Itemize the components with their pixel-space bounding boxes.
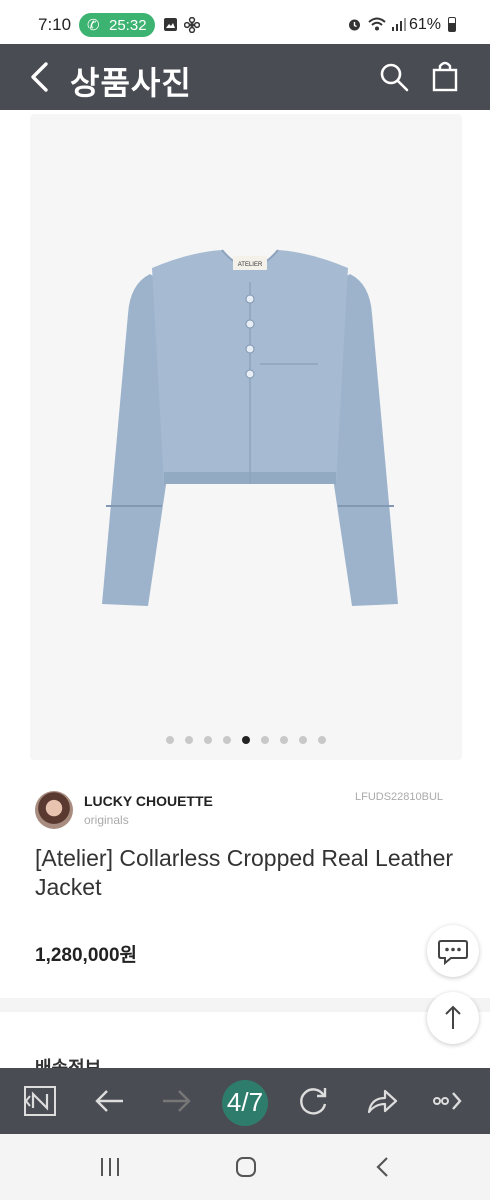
chat-icon xyxy=(438,940,468,966)
carousel-dot[interactable] xyxy=(185,736,193,744)
n-app-icon[interactable] xyxy=(20,1082,60,1120)
forward-arrow-icon[interactable] xyxy=(157,1082,197,1120)
avatar[interactable] xyxy=(35,791,73,829)
page-counter[interactable]: 4/7 xyxy=(222,1080,268,1126)
battery-percent: 61% xyxy=(409,16,442,33)
carousel-dot[interactable] xyxy=(166,736,174,744)
carousel-dot[interactable] xyxy=(261,736,269,744)
arrow-up-icon xyxy=(445,1005,461,1029)
more-icon[interactable] xyxy=(428,1082,468,1120)
chat-button[interactable] xyxy=(427,925,479,977)
wifi-icon xyxy=(368,17,386,31)
browser-toolbar: 4/7 xyxy=(0,1068,490,1134)
shopping-bag-icon[interactable] xyxy=(430,59,460,93)
product-name: [Atelier] Collarless Cropped Real Leathe… xyxy=(35,845,454,900)
gallery-icon xyxy=(164,18,177,31)
shipping-section: 배송정보 xyxy=(0,1012,490,1068)
back-icon[interactable] xyxy=(362,1152,402,1182)
carousel-dot[interactable] xyxy=(223,736,231,744)
refresh-icon[interactable] xyxy=(293,1082,333,1120)
status-bar: 7:10 ✆ 25:32 61% xyxy=(0,0,490,44)
alarm-icon xyxy=(349,19,360,31)
carousel-dots[interactable] xyxy=(30,736,462,746)
brand-name[interactable]: LUCKY CHOUETTE xyxy=(84,793,213,809)
home-icon[interactable] xyxy=(226,1152,266,1182)
back-arrow-icon[interactable] xyxy=(89,1082,129,1120)
back-icon[interactable] xyxy=(22,58,58,96)
product-image: ATELIER xyxy=(102,249,398,606)
call-timer: 25:32 xyxy=(109,17,147,34)
signal-icon xyxy=(392,18,406,31)
recents-icon[interactable] xyxy=(90,1152,130,1182)
carousel-dot[interactable] xyxy=(299,736,307,744)
system-nav-bar xyxy=(0,1134,490,1200)
app-header: 상품사진 xyxy=(0,44,490,110)
carousel-dot[interactable] xyxy=(242,736,250,744)
page-counter-label: 4/7 xyxy=(226,1087,264,1117)
pinwheel-icon xyxy=(184,17,200,33)
svg-text:ATELIER: ATELIER xyxy=(238,262,263,268)
carousel-dot[interactable] xyxy=(280,736,288,744)
product-image-carousel[interactable]: ATELIER xyxy=(30,114,462,760)
carousel-dot[interactable] xyxy=(318,736,326,744)
battery-icon xyxy=(448,17,456,32)
product-price: 1,280,000원 xyxy=(35,945,138,966)
section-title: 배송정보 xyxy=(35,1058,102,1068)
search-icon[interactable] xyxy=(377,60,411,94)
phone-icon: ✆ xyxy=(87,17,100,34)
page-title: 상품사진 xyxy=(70,65,192,101)
status-time: 7:10 xyxy=(38,15,72,34)
call-pill[interactable]: ✆ 25:32 xyxy=(79,13,155,37)
product-card: ATELIER LUCKY CHOUETTE originals LFUDS22… xyxy=(0,110,490,998)
carousel-dot[interactable] xyxy=(204,736,212,744)
share-icon[interactable] xyxy=(361,1082,401,1120)
product-code: LFUDS22810BUL xyxy=(355,791,444,803)
content-area[interactable]: ATELIER LUCKY CHOUETTE originals LFUDS22… xyxy=(0,110,490,1068)
brand-subtitle: originals xyxy=(84,813,129,827)
scroll-top-button[interactable] xyxy=(427,992,479,1044)
